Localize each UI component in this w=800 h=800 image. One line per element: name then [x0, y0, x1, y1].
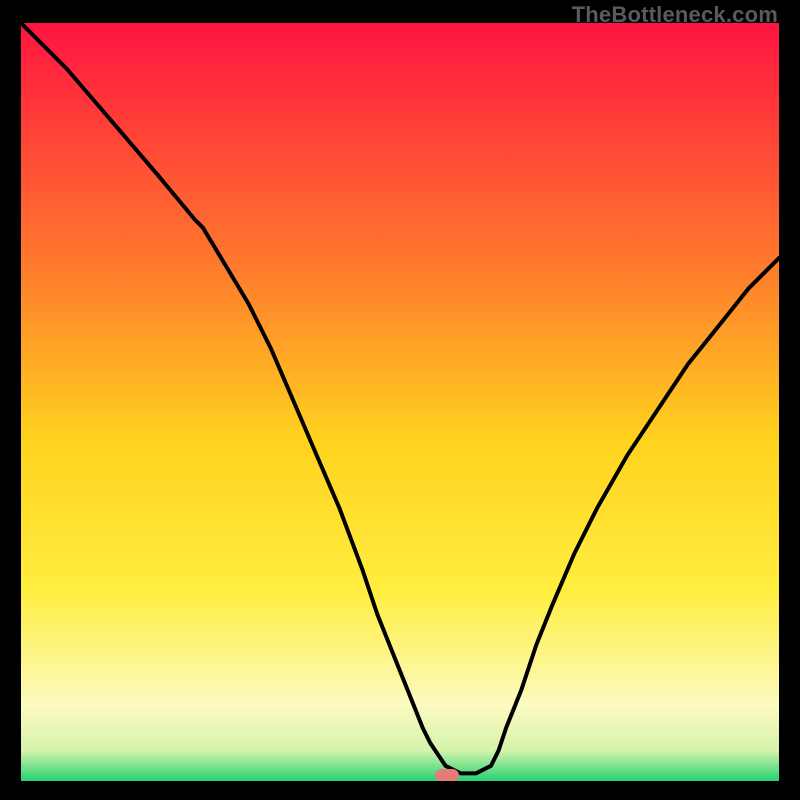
bottleneck-curve: [21, 23, 779, 781]
optimum-marker: [435, 769, 459, 781]
plot-area: [21, 23, 779, 781]
watermark-text: TheBottleneck.com: [572, 2, 778, 28]
